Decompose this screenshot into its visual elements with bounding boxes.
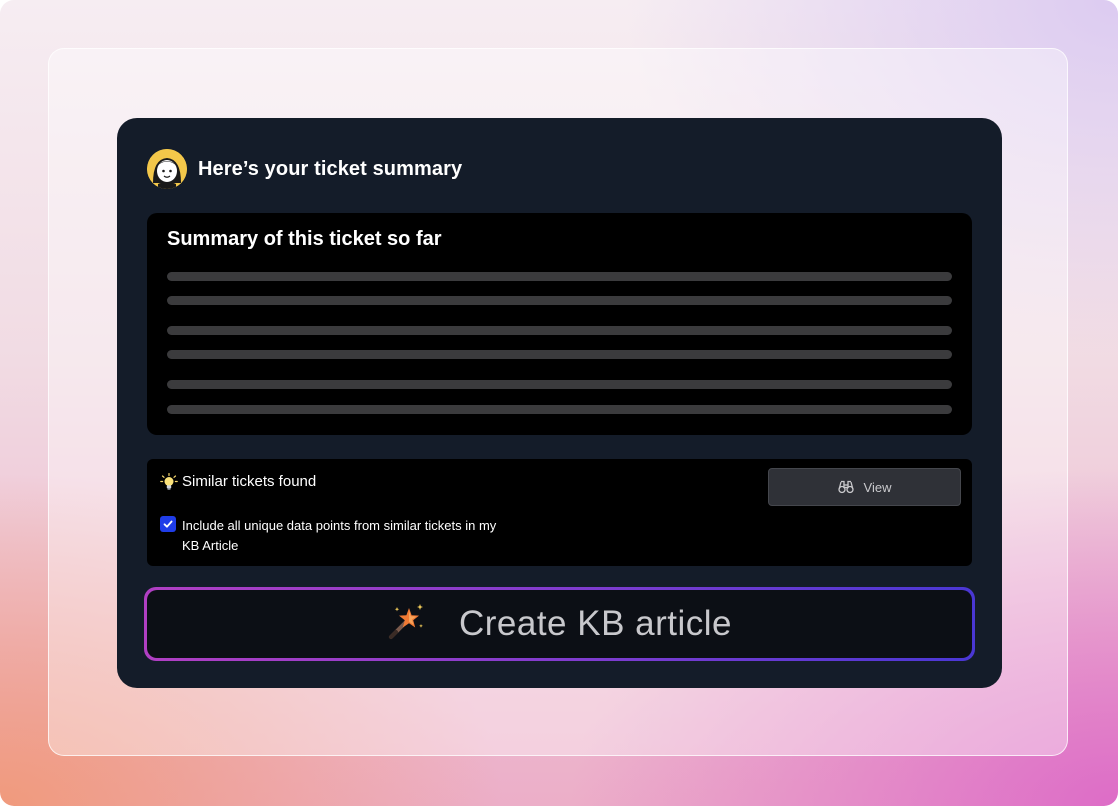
checkmark-icon	[163, 520, 173, 528]
summary-title: Summary of this ticket so far	[167, 228, 442, 250]
assistant-avatar-icon	[147, 149, 187, 189]
lightbulb-icon	[160, 472, 178, 491]
summary-placeholder-line	[167, 326, 952, 335]
view-button[interactable]: View	[768, 468, 961, 506]
card-title: Here’s your ticket summary	[198, 157, 463, 180]
summary-placeholder-line	[167, 350, 952, 359]
summary-panel: Summary of this ticket so far	[147, 213, 972, 435]
create-kb-article-button-inner: Create KB article	[147, 590, 972, 658]
include-data-checkbox[interactable]	[160, 516, 176, 532]
summary-placeholder-line	[167, 296, 952, 305]
magic-wand-icon	[387, 602, 425, 645]
summary-placeholder-line	[167, 380, 952, 389]
card-header: Here’s your ticket summary	[147, 148, 462, 190]
create-kb-article-label: Create KB article	[458, 604, 733, 643]
binoculars-icon	[837, 480, 854, 494]
summary-placeholder-line	[167, 405, 952, 414]
include-data-label[interactable]: Include all unique data points from simi…	[182, 516, 512, 556]
ticket-summary-card: Here’s your ticket summary Summary of th…	[117, 118, 1002, 688]
summary-placeholder-line	[167, 272, 952, 281]
similar-tickets-panel: Similar tickets found Include all unique…	[147, 459, 972, 566]
similar-tickets-title: Similar tickets found	[182, 473, 317, 490]
view-button-label: View	[863, 479, 892, 495]
create-kb-article-button[interactable]: Create KB article	[144, 587, 975, 661]
